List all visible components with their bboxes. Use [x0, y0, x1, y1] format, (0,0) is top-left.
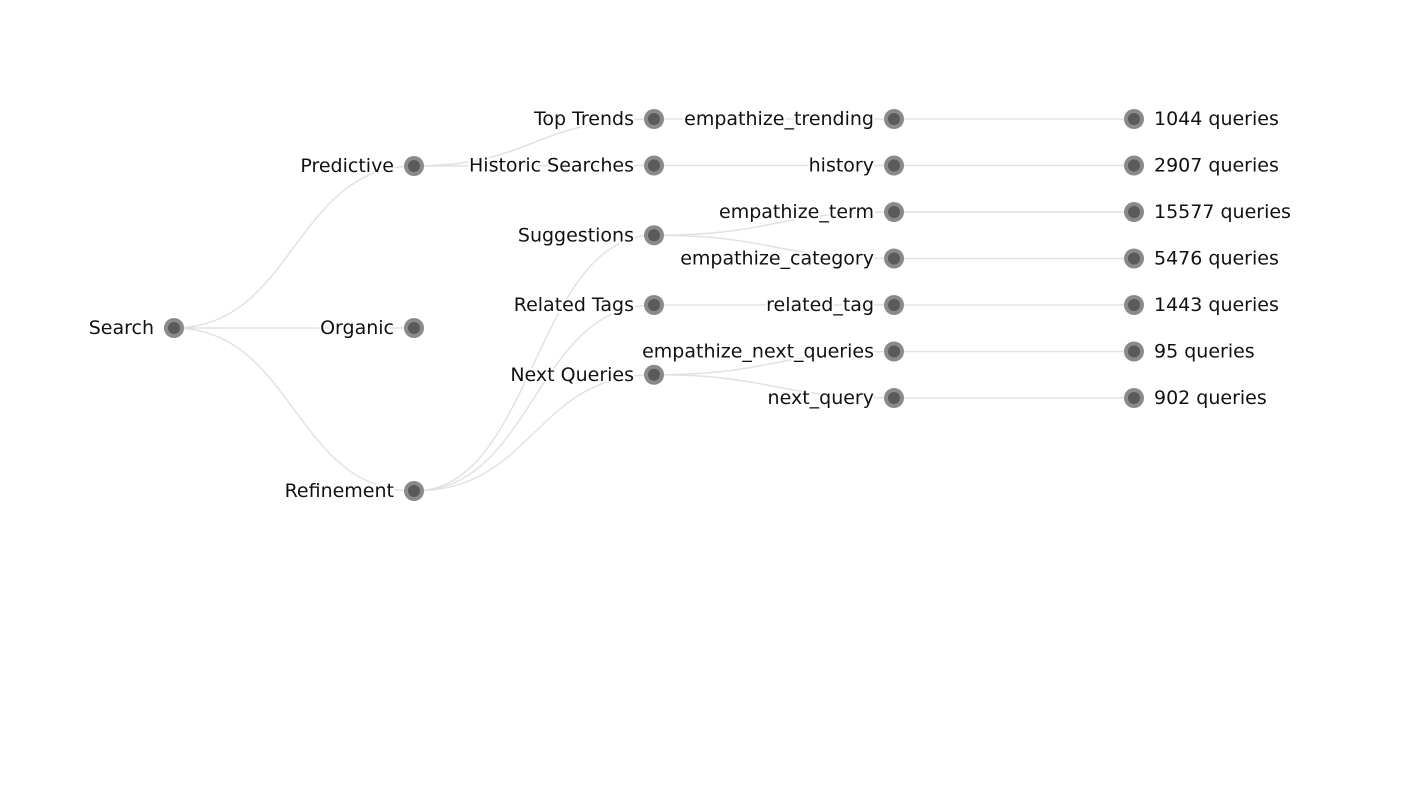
- tree-node-empathize-trending[interactable]: empathize_trending: [682, 106, 904, 132]
- node-label: empathize_term: [719, 201, 874, 223]
- link-refinement-to-related-tags: [413, 304, 655, 492]
- node-dot-icon: [648, 113, 660, 125]
- tree-node-1044-queries[interactable]: 1044 queries: [1124, 106, 1281, 132]
- node-label: Historic Searches: [469, 155, 634, 177]
- node-label: 1443 queries: [1154, 294, 1279, 316]
- node-dot-icon: [648, 368, 660, 381]
- node-dot-icon: [888, 113, 900, 125]
- node-label: Predictive: [300, 155, 394, 177]
- node-label: Suggestions: [518, 224, 634, 246]
- node-dot-icon: [408, 322, 420, 334]
- tree-node-organic[interactable]: Organic: [318, 315, 424, 341]
- node-dot-icon: [888, 345, 900, 358]
- node-label: Related Tags: [514, 294, 634, 316]
- tree-node-902-queries[interactable]: 902 queries: [1124, 385, 1269, 411]
- node-dot-icon: [1128, 113, 1140, 125]
- tree-node-suggestions[interactable]: Suggestions: [516, 222, 664, 248]
- node-dot-icon: [888, 299, 900, 311]
- node-dot-icon: [1128, 345, 1140, 358]
- node-dot-icon: [648, 159, 660, 172]
- tree-node-15577-queries[interactable]: 15577 queries: [1124, 199, 1293, 225]
- node-label: empathize_category: [680, 248, 874, 270]
- link-refinement-to-next-queries: [413, 374, 655, 492]
- node-dot-icon: [168, 322, 180, 334]
- node-label: 5476 queries: [1154, 248, 1279, 270]
- node-dot-icon: [1128, 206, 1140, 218]
- node-label: next_query: [768, 387, 874, 409]
- node-dot-icon: [648, 229, 660, 242]
- node-dot-icon: [1128, 252, 1140, 265]
- tree-node-predictive[interactable]: Predictive: [298, 153, 424, 179]
- tree-node-history[interactable]: history: [807, 153, 904, 179]
- node-dot-icon: [888, 392, 900, 404]
- node-label: empathize_next_queries: [642, 341, 874, 363]
- node-dot-icon: [408, 485, 420, 497]
- node-label: Search: [89, 317, 154, 339]
- node-dot-icon: [1128, 392, 1140, 404]
- node-label: 902 queries: [1154, 387, 1267, 409]
- node-dot-icon: [888, 252, 900, 265]
- node-dot-icon: [888, 159, 900, 172]
- tree-node-95-queries[interactable]: 95 queries: [1124, 339, 1257, 365]
- node-label: Top Trends: [533, 108, 634, 130]
- tree-node-empathize-category[interactable]: empathize_category: [678, 246, 904, 272]
- node-dot-icon: [888, 206, 900, 218]
- node-label: history: [809, 155, 874, 177]
- node-label: Organic: [320, 317, 394, 339]
- node-dot-icon: [648, 299, 660, 311]
- tree-node-2907-queries[interactable]: 2907 queries: [1124, 153, 1281, 179]
- node-label: empathize_trending: [684, 108, 874, 130]
- node-dot-icon: [1128, 159, 1140, 172]
- tree-node-1443-queries[interactable]: 1443 queries: [1124, 292, 1281, 318]
- node-label: related_tag: [766, 294, 874, 316]
- node-dot-icon: [1128, 299, 1140, 311]
- tree-node-5476-queries[interactable]: 5476 queries: [1124, 246, 1281, 272]
- tree-node-top-trends[interactable]: Top Trends: [531, 106, 664, 132]
- search-tree-diagram: Search Predictive Top Trends empathize_tren…: [87, 106, 1293, 504]
- link-search-to-refinement: [173, 327, 415, 492]
- node-label: 15577 queries: [1154, 201, 1291, 223]
- node-label: 1044 queries: [1154, 108, 1279, 130]
- node-label: Refinement: [285, 480, 394, 502]
- node-label: 95 queries: [1154, 341, 1255, 363]
- tree-node-search[interactable]: Search: [87, 315, 184, 341]
- link-search-to-predictive: [173, 165, 415, 329]
- node-label: Next Queries: [510, 364, 634, 386]
- tree-node-empathize-next-queries[interactable]: empathize_next_queries: [640, 339, 904, 365]
- node-dot-icon: [408, 160, 420, 172]
- node-label: 2907 queries: [1154, 155, 1279, 177]
